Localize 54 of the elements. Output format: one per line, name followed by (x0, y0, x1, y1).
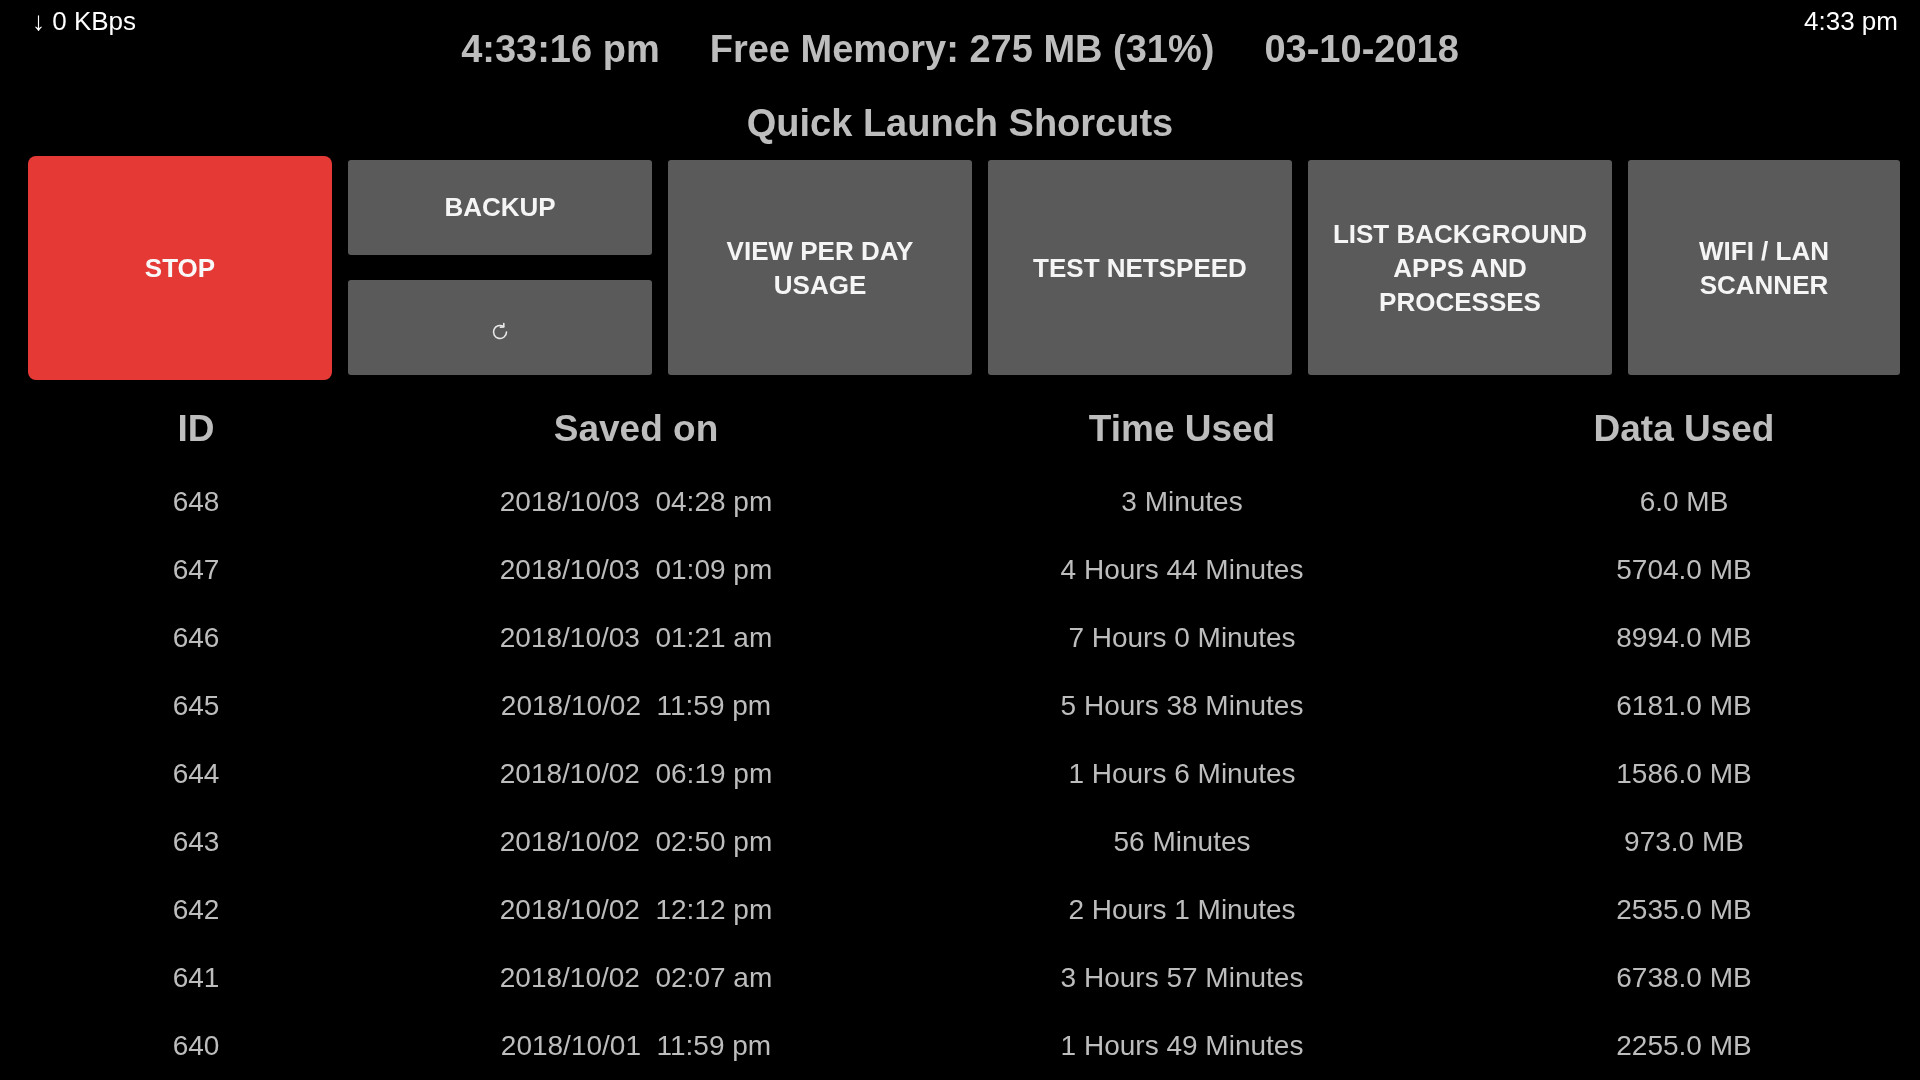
table-cell: 2018/10/02 02:50 pm (499, 826, 773, 858)
table-cell: 2255.0 MB (1616, 1030, 1752, 1062)
table-cell: 2018/10/01 11:59 pm (500, 1030, 772, 1062)
refresh-icon (490, 321, 510, 342)
column-header: Data Used (1593, 406, 1775, 451)
free-memory: Free Memory: 275 MB (31%) (709, 27, 1215, 72)
table-cell: 2018/10/02 06:19 pm (499, 758, 773, 790)
status-clock: 4:33 pm (1804, 5, 1899, 36)
current-time: 4:33:16 pm (461, 27, 660, 72)
table-cell: 5 Hours 38 Minutes (1060, 690, 1304, 722)
table-cell: 2018/10/03 04:28 pm (499, 486, 773, 518)
table-cell: 644 (172, 758, 220, 790)
table-cell: 6.0 MB (1639, 486, 1729, 518)
table-cell: 3 Minutes (1121, 486, 1243, 518)
shortcut-button[interactable]: VIEW PER DAY USAGE (668, 160, 972, 375)
shortcut-button[interactable]: WIFI / LAN SCANNER (1628, 160, 1900, 375)
table-cell: 1 Hours 6 Minutes (1068, 758, 1296, 790)
table-cell: 6181.0 MB (1616, 690, 1752, 722)
table-cell: 2018/10/03 01:09 pm (499, 554, 773, 586)
table-cell: 4 Hours 44 Minutes (1060, 554, 1304, 586)
table-cell: 6738.0 MB (1616, 962, 1752, 994)
table-cell: 973.0 MB (1624, 826, 1744, 858)
column-header: ID (177, 406, 215, 451)
table-cell: 648 (172, 486, 220, 518)
table-cell: 2018/10/02 02:07 am (499, 962, 773, 994)
section-title: Quick Launch Shorcuts (746, 101, 1174, 146)
table-cell: 641 (172, 962, 220, 994)
table-cell: 2535.0 MB (1616, 894, 1752, 926)
refresh-button[interactable] (348, 280, 652, 375)
table-cell: 642 (172, 894, 220, 926)
column-header: Saved on (553, 406, 719, 451)
shortcut-button[interactable]: BACKUP (348, 160, 652, 255)
table-cell: 645 (172, 690, 220, 722)
shortcut-button[interactable]: LIST BACKGROUND APPS AND PROCESSES (1308, 160, 1612, 375)
table-cell: 1586.0 MB (1616, 758, 1752, 790)
table-cell: 56 Minutes (1113, 826, 1251, 858)
table-cell: 646 (172, 622, 220, 654)
table-cell: 1 Hours 49 Minutes (1060, 1030, 1304, 1062)
table-cell: 2018/10/02 11:59 pm (500, 690, 772, 722)
current-date: 03-10-2018 (1264, 27, 1459, 72)
network-speed: ↓ 0 KBps (31, 5, 137, 36)
table-cell: 643 (172, 826, 220, 858)
table-cell: 7 Hours 0 Minutes (1068, 622, 1296, 654)
table-cell: 2018/10/03 01:21 am (499, 622, 773, 654)
column-header: Time Used (1088, 406, 1276, 451)
table-cell: 647 (172, 554, 220, 586)
table-cell: 3 Hours 57 Minutes (1060, 962, 1304, 994)
table-cell: 2 Hours 1 Minutes (1068, 894, 1296, 926)
table-cell: 2018/10/02 12:12 pm (499, 894, 773, 926)
table-cell: 640 (172, 1030, 220, 1062)
stop-button[interactable]: STOP (28, 156, 332, 380)
shortcut-button[interactable]: TEST NETSPEED (988, 160, 1292, 375)
table-cell: 8994.0 MB (1616, 622, 1752, 654)
table-cell: 5704.0 MB (1616, 554, 1752, 586)
